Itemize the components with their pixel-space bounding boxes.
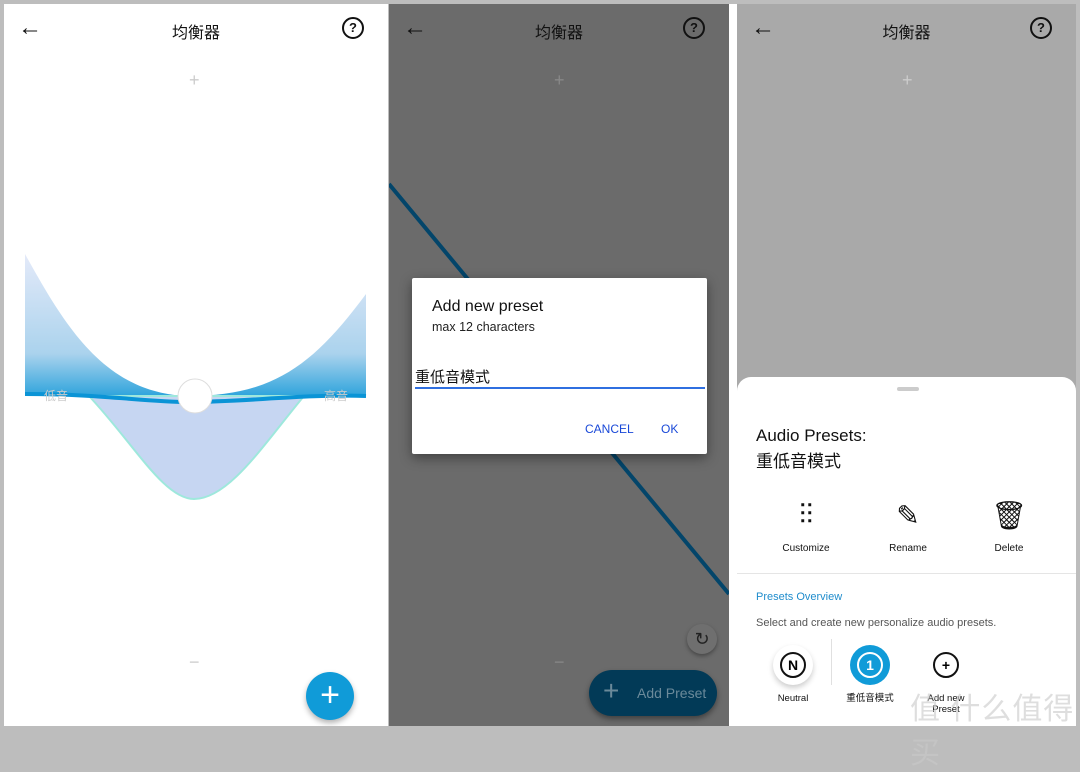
app-header: ← 均衡器 ? (4, 4, 388, 54)
add-preset-button[interactable]: + Add Preset (589, 670, 717, 716)
help-button[interactable]: ? (1030, 17, 1052, 39)
gain-plus-label: + (554, 70, 565, 90)
equalizer-screen: ← 均衡器 ? + 低音 高音 − + (4, 4, 388, 726)
ok-button[interactable]: OK (661, 422, 678, 436)
delete-button[interactable]: 🗑 Delete (964, 499, 1054, 554)
gain-minus-label: − (554, 652, 565, 672)
preset-label: Neutral (777, 693, 809, 704)
reset-icon[interactable]: ↻ (687, 624, 717, 654)
preset-number-icon: 1 (857, 652, 883, 678)
divider (737, 573, 1076, 574)
sheet-title: Audio Presets: (756, 426, 867, 445)
preset-name-input[interactable] (415, 366, 705, 389)
rename-label: Rename (889, 543, 927, 554)
bass-label: 低音 (44, 389, 69, 403)
presets-screen: ← 均衡器 ? + Audio Presets: 重低音模式 ⫶⫶ Customiz… (737, 4, 1076, 726)
add-preset-dialog: Add new preset max 12 characters CANCEL … (412, 278, 707, 454)
app-header: ← 均衡器 ? (737, 4, 1076, 54)
add-preset-screen: ← 均衡器 ? + − ↻ + Add Preset Add new preset… (389, 4, 729, 726)
plus-icon: + (603, 675, 620, 706)
cancel-button[interactable]: CANCEL (585, 422, 634, 436)
add-fab[interactable]: + (306, 672, 354, 720)
sheet-drag-handle[interactable] (897, 387, 919, 391)
delete-label: Delete (994, 543, 1024, 554)
preset-bass-boost[interactable]: 1 重低音模式 (830, 645, 910, 704)
gain-plus-label: + (902, 70, 913, 90)
treble-label: 高音 (324, 389, 349, 403)
dialog-title: Add new preset (432, 298, 544, 315)
eq-band-upper (25, 254, 366, 396)
add-preset-label: Add Preset (637, 685, 707, 701)
preset-neutral[interactable]: N Neutral (753, 645, 833, 704)
rename-button[interactable]: ✎ Rename (863, 499, 953, 554)
presets-overview-subtitle: Select and create new personalize audio … (756, 617, 997, 629)
preset-label: 重低音模式 (846, 693, 894, 704)
watermark-logo: 值 什么值得买 (910, 693, 1075, 770)
eq-drag-handle[interactable] (177, 378, 213, 414)
trash-icon: 🗑 (991, 500, 1027, 531)
page-title: 均衡器 (882, 25, 931, 42)
audio-presets-sheet: Audio Presets: 重低音模式 ⫶⫶ Customize ✎ Rename … (737, 377, 1076, 726)
help-button[interactable]: ? (342, 17, 364, 39)
customize-label: Customize (782, 543, 830, 554)
eq-curve[interactable] (4, 244, 388, 514)
page-title: 均衡器 (171, 25, 220, 42)
sliders-icon: ⫶⫶ (798, 499, 813, 530)
presets-overview-title: Presets Overview (756, 591, 843, 603)
pencil-icon: ✎ (896, 500, 920, 531)
neutral-icon: N (780, 652, 806, 678)
gain-minus-label: − (189, 652, 200, 672)
page-title: 均衡器 (534, 25, 583, 42)
gain-plus-label: + (189, 70, 200, 90)
customize-button[interactable]: ⫶⫶ Customize (761, 499, 851, 554)
current-preset-name: 重低音模式 (756, 452, 841, 471)
plus-circle-icon: + (933, 652, 959, 678)
dialog-subtitle: max 12 characters (432, 320, 535, 334)
help-button[interactable]: ? (683, 17, 705, 39)
app-header: ← 均衡器 ? (389, 4, 729, 54)
